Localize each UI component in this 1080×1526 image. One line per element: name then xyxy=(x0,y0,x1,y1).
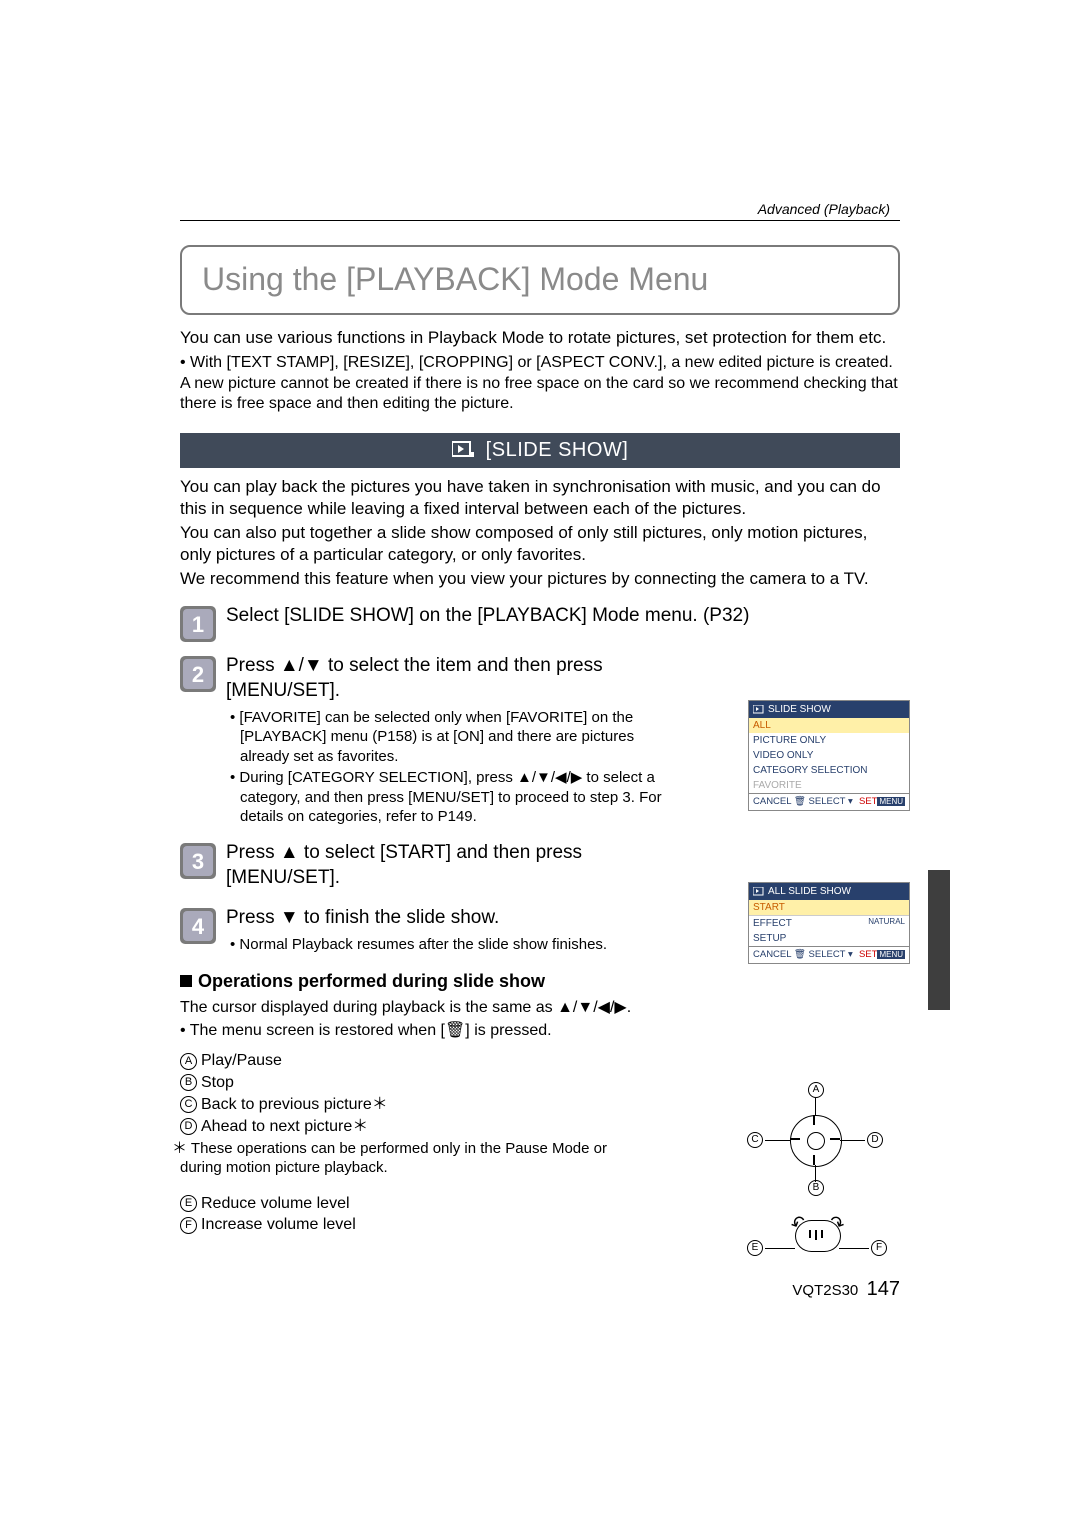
step-1-badge: 1 xyxy=(180,606,216,642)
mini1-row-category: CATEGORY SELECTION xyxy=(749,763,909,778)
vol-label-f: F xyxy=(871,1240,891,1256)
label-d-icon: D xyxy=(180,1118,197,1135)
desc-p3: We recommend this feature when you view … xyxy=(180,568,900,590)
mini2-row-effect: EFFECTNATURAL xyxy=(749,916,909,931)
op-f: FIncrease volume level xyxy=(180,1215,650,1236)
step-4-badge: 4 xyxy=(180,908,216,944)
op-b-text: Stop xyxy=(201,1074,234,1091)
desc-p2: You can also put together a slide show c… xyxy=(180,522,900,566)
mini2-effect-value: NATURAL xyxy=(868,917,905,927)
mini1-footer-left: CANCEL 🗑 SELECT ▾ xyxy=(753,796,853,808)
top-rule xyxy=(180,220,900,221)
dpad-label-a: A xyxy=(808,1082,828,1098)
slide-show-section-bar: [SLIDE SHOW] xyxy=(180,433,900,468)
desc-p1: You can play back the pictures you have … xyxy=(180,476,900,520)
intro-p1: You can use various functions in Playbac… xyxy=(180,327,900,349)
page-footer: VQT2S30 147 xyxy=(180,1276,900,1302)
op-footnote-text: These operations can be performed only i… xyxy=(180,1140,607,1177)
op-c-text: Back to previous picture＊ xyxy=(201,1096,388,1113)
op-f-text: Increase volume level xyxy=(201,1216,356,1233)
mini2-header: ALL SLIDE SHOW xyxy=(749,883,909,900)
op-c: CBack to previous picture＊ xyxy=(180,1095,650,1116)
ops-p1: The cursor displayed during playback is … xyxy=(180,998,900,1019)
step-3-badge: 3 xyxy=(180,843,216,879)
mini2-footer-right: SETMENU xyxy=(859,949,905,961)
mini1-header: SLIDE SHOW xyxy=(749,701,909,718)
doc-code: VQT2S30 xyxy=(792,1282,858,1299)
label-f-icon: F xyxy=(180,1217,197,1234)
svg-text:1: 1 xyxy=(192,612,204,637)
operations-heading-text: Operations performed during slide show xyxy=(198,971,545,991)
vol-label-e: E xyxy=(747,1240,767,1256)
operations-heading: Operations performed during slide show xyxy=(180,970,900,993)
page-title-box: Using the [PLAYBACK] Mode Menu xyxy=(180,245,900,315)
step-2-sub-a: • [FAVORITE] can be selected only when [… xyxy=(240,708,666,767)
dpad-diagram: A B C D xyxy=(755,1090,875,1190)
svg-text:3: 3 xyxy=(192,849,204,874)
section-header: Advanced (Playback) xyxy=(180,200,900,218)
dpad-label-d: D xyxy=(867,1132,887,1148)
mini2-footer-left: CANCEL 🗑 SELECT ▾ xyxy=(753,949,853,961)
square-bullet-icon xyxy=(180,975,192,987)
mini2-row-setup: SETUP xyxy=(749,931,909,946)
mini1-row-picture: PICTURE ONLY xyxy=(749,733,909,748)
mini2-footer: CANCEL 🗑 SELECT ▾ SETMENU xyxy=(749,946,909,963)
mini2-title: ALL SLIDE SHOW xyxy=(768,885,851,898)
mini1-footer: CANCEL 🗑 SELECT ▾ SETMENU xyxy=(749,793,909,810)
step-1-text: Select [SLIDE SHOW] on the [PLAYBACK] Mo… xyxy=(226,604,900,629)
intro-bullet: • With [TEXT STAMP], [RESIZE], [CROPPING… xyxy=(180,353,900,415)
dpad-label-c: C xyxy=(747,1132,767,1148)
mini1-title: SLIDE SHOW xyxy=(768,703,831,716)
slide-show-description: You can play back the pictures you have … xyxy=(180,476,900,590)
mini1-row-all: ALL xyxy=(749,718,909,733)
step-2-text: Press ▲/▼ to select the item and then pr… xyxy=(226,654,666,703)
page-title: Using the [PLAYBACK] Mode Menu xyxy=(188,251,892,309)
playback-icon xyxy=(452,438,474,464)
op-b: BStop xyxy=(180,1073,650,1094)
slide-show-label: [SLIDE SHOW] xyxy=(486,439,629,461)
step-3-text: Press ▲ to select [START] and then press… xyxy=(226,841,646,890)
op-e-text: Reduce volume level xyxy=(201,1195,350,1212)
intro-text: You can use various functions in Playbac… xyxy=(180,327,900,415)
page-tab-marker xyxy=(928,870,950,1010)
label-a-icon: A xyxy=(180,1053,197,1070)
dpad-label-b: B xyxy=(808,1180,828,1196)
operations-list: APlay/Pause BStop CBack to previous pict… xyxy=(180,1051,650,1236)
op-d: DAhead to next picture＊ xyxy=(180,1117,650,1138)
svg-text:4: 4 xyxy=(192,914,205,939)
volume-diagram: ↶ ↷ E F xyxy=(755,1210,875,1270)
slide-show-menu-screenshot: SLIDE SHOW ALL PICTURE ONLY VIDEO ONLY C… xyxy=(748,700,910,811)
step-2-badge: 2 xyxy=(180,656,216,692)
step-2-sub-b: • During [CATEGORY SELECTION], press ▲/▼… xyxy=(240,768,666,827)
step-1: 1 Select [SLIDE SHOW] on the [PLAYBACK] … xyxy=(180,604,900,642)
op-a-text: Play/Pause xyxy=(201,1052,282,1069)
label-b-icon: B xyxy=(180,1074,197,1091)
page-number: 147 xyxy=(867,1278,900,1300)
op-footnote: ＊ These operations can be performed only… xyxy=(180,1139,650,1178)
op-a: APlay/Pause xyxy=(180,1051,650,1072)
svg-text:2: 2 xyxy=(192,662,204,687)
all-slide-show-screenshot: ALL SLIDE SHOW START EFFECTNATURAL SETUP… xyxy=(748,882,910,964)
op-e: EReduce volume level xyxy=(180,1194,650,1215)
ops-p2: • The menu screen is restored when [🗑] i… xyxy=(180,1021,900,1042)
op-d-text: Ahead to next picture＊ xyxy=(201,1118,368,1135)
mini1-row-video: VIDEO ONLY xyxy=(749,748,909,763)
label-e-icon: E xyxy=(180,1195,197,1212)
mini1-footer-right: SETMENU xyxy=(859,796,905,808)
mini2-row-start: START xyxy=(749,900,909,915)
label-c-icon: C xyxy=(180,1096,197,1113)
mini1-row-favorite: FAVORITE xyxy=(749,778,909,793)
